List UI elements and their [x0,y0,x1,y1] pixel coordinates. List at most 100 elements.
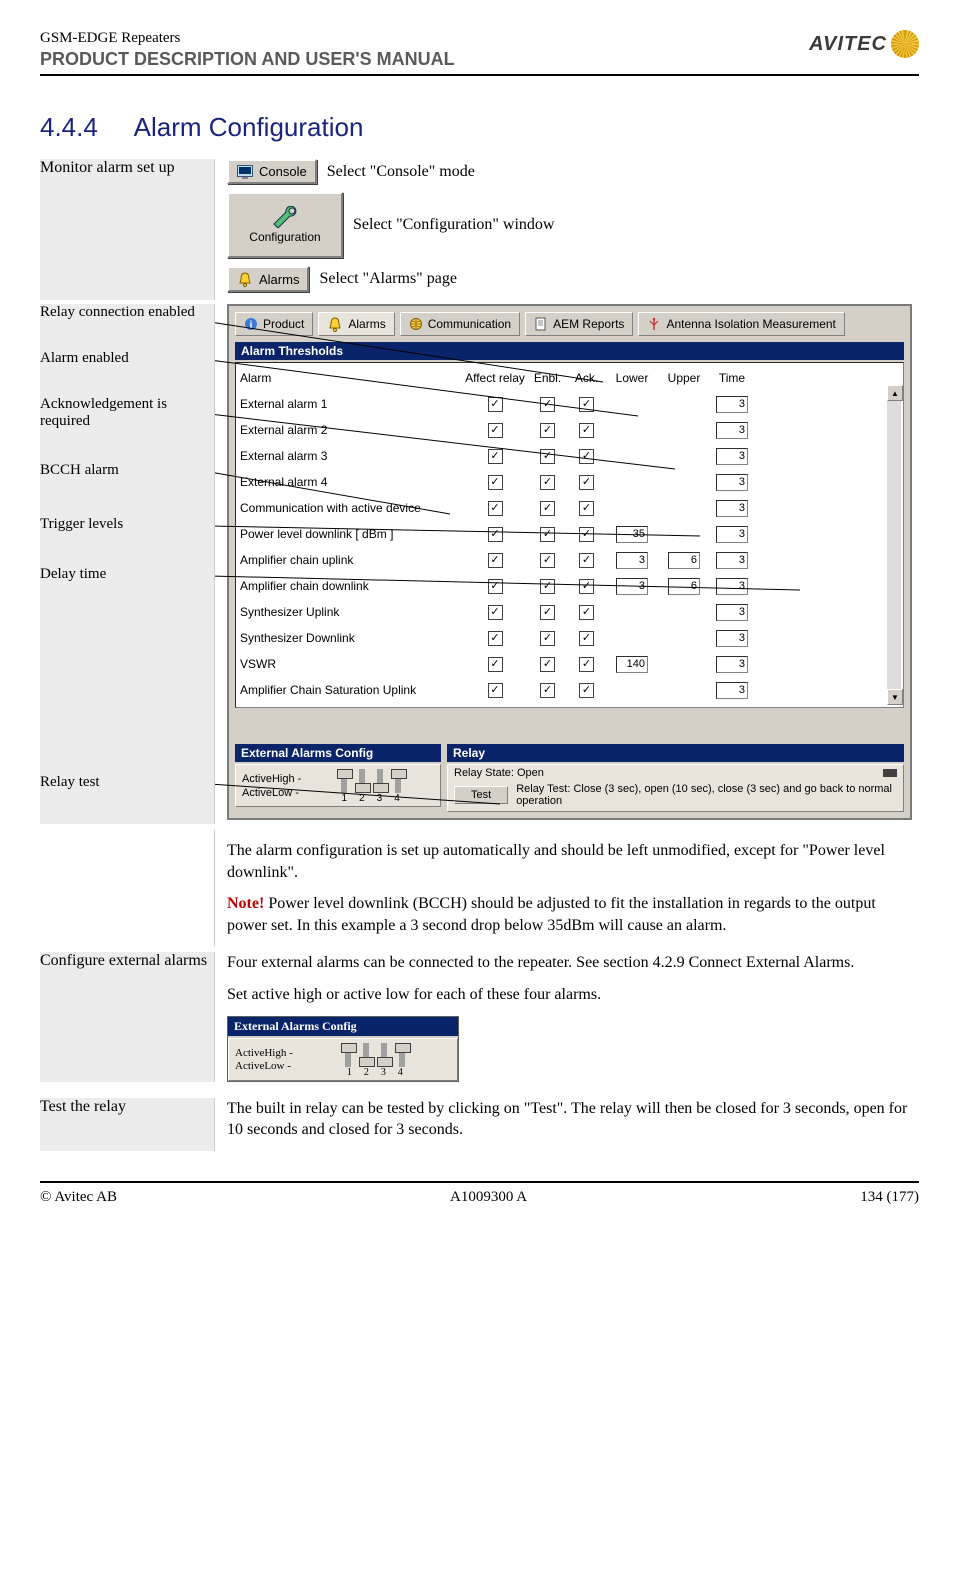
alarm-name: Power level downlink [ dBm ] [240,527,460,541]
ack-checkbox[interactable] [579,605,594,620]
slider-thumb[interactable] [359,1057,375,1067]
time-input[interactable] [716,552,748,569]
ack-checkbox[interactable] [579,631,594,646]
slider-thumb[interactable] [373,783,389,793]
time-input[interactable] [716,656,748,673]
time-input[interactable] [716,526,748,543]
alarm-row: Power level downlink [ dBm ] [240,521,899,547]
alarm-name: Synthesizer Uplink [240,605,460,619]
time-input[interactable] [716,682,748,699]
alarm-row: External alarm 1 [240,391,899,417]
left-configure-external: Configure external alarms [40,952,208,970]
affect-relay-checkbox[interactable] [488,657,503,672]
scroll-down-button[interactable]: ▼ [887,689,903,705]
enable-checkbox[interactable] [540,501,555,516]
ext-row-low-2: ActiveLow - [235,1060,293,1073]
slider-thumb[interactable] [355,783,371,793]
tab-aem[interactable]: AEM Reports [525,312,633,336]
enable-checkbox[interactable] [540,527,555,542]
ack-checkbox[interactable] [579,501,594,516]
enable-checkbox[interactable] [540,423,555,438]
table-scrollbar[interactable]: ▲ ▼ [887,385,901,705]
ext-alarm-slider[interactable] [395,769,401,793]
relay-test-button[interactable]: Test [454,786,508,804]
lower-input[interactable] [616,656,648,673]
ext-alarm-slider[interactable] [381,1043,387,1067]
ack-checkbox[interactable] [579,553,594,568]
time-input[interactable] [716,422,748,439]
upper-input[interactable] [668,578,700,595]
slider-thumb[interactable] [395,1043,411,1053]
affect-relay-checkbox[interactable] [488,397,503,412]
ack-checkbox[interactable] [579,475,594,490]
ack-checkbox[interactable] [579,683,594,698]
time-input[interactable] [716,604,748,621]
slider-thumb[interactable] [341,1043,357,1053]
time-input[interactable] [716,630,748,647]
ext-alarm-slider[interactable] [399,1043,405,1067]
affect-relay-checkbox[interactable] [488,475,503,490]
slider-thumb[interactable] [377,1057,393,1067]
enable-checkbox[interactable] [540,475,555,490]
enable-checkbox[interactable] [540,449,555,464]
ack-checkbox[interactable] [579,423,594,438]
label-bcch-alarm: BCCH alarm [40,462,210,479]
ack-checkbox[interactable] [579,527,594,542]
tab-alarms[interactable]: Alarms [318,312,394,336]
scroll-up-button[interactable]: ▲ [887,385,903,401]
ext-alarm-slider[interactable] [359,769,365,793]
alarm-row: Amplifier Chain Saturation Uplink [240,677,899,703]
time-input[interactable] [716,578,748,595]
note-body: Power level downlink (BCCH) should be ad… [227,895,876,934]
tab-product[interactable]: i Product [235,312,313,336]
enable-checkbox[interactable] [540,631,555,646]
affect-relay-checkbox[interactable] [488,631,503,646]
slider-thumb[interactable] [391,769,407,779]
enable-checkbox[interactable] [540,397,555,412]
enable-checkbox[interactable] [540,579,555,594]
affect-relay-checkbox[interactable] [488,501,503,516]
ext-row-low: ActiveLow - [242,787,301,800]
section-title-text: Alarm Configuration [134,112,364,142]
ack-checkbox[interactable] [579,397,594,412]
lower-input[interactable] [616,526,648,543]
alarms-page-button[interactable]: Alarms [227,266,309,292]
left-test-relay: Test the relay [40,1098,208,1116]
alarms-caption: Select "Alarms" page [319,270,456,288]
ext-alarm-slider[interactable] [363,1043,369,1067]
tab-communication[interactable]: Communication [400,312,520,336]
configuration-window-button[interactable]: Configuration [227,192,343,258]
enable-checkbox[interactable] [540,683,555,698]
alarm-name: External alarm 4 [240,475,460,489]
time-input[interactable] [716,396,748,413]
affect-relay-checkbox[interactable] [488,449,503,464]
upper-input[interactable] [668,552,700,569]
time-input[interactable] [716,448,748,465]
affect-relay-checkbox[interactable] [488,605,503,620]
lower-input[interactable] [616,552,648,569]
ext-alarm-slider[interactable] [341,769,347,793]
ext-alarm-slider[interactable] [377,769,383,793]
affect-relay-checkbox[interactable] [488,579,503,594]
time-input[interactable] [716,474,748,491]
globe-icon [409,317,423,331]
configuration-label: Configuration [249,230,320,244]
ack-checkbox[interactable] [579,449,594,464]
lower-input[interactable] [616,578,648,595]
ack-checkbox[interactable] [579,579,594,594]
affect-relay-checkbox[interactable] [488,527,503,542]
scroll-thumb[interactable] [887,401,901,689]
slider-thumb[interactable] [337,769,353,779]
enable-checkbox[interactable] [540,657,555,672]
tab-antenna[interactable]: Antenna Isolation Measurement [638,312,844,336]
time-input[interactable] [716,500,748,517]
ext-alarm-slider[interactable] [345,1043,351,1067]
ack-checkbox[interactable] [579,657,594,672]
enable-checkbox[interactable] [540,605,555,620]
brand-text: AVITEC [809,33,887,56]
affect-relay-checkbox[interactable] [488,553,503,568]
enable-checkbox[interactable] [540,553,555,568]
affect-relay-checkbox[interactable] [488,423,503,438]
affect-relay-checkbox[interactable] [488,683,503,698]
console-mode-button[interactable]: Console [227,159,317,184]
